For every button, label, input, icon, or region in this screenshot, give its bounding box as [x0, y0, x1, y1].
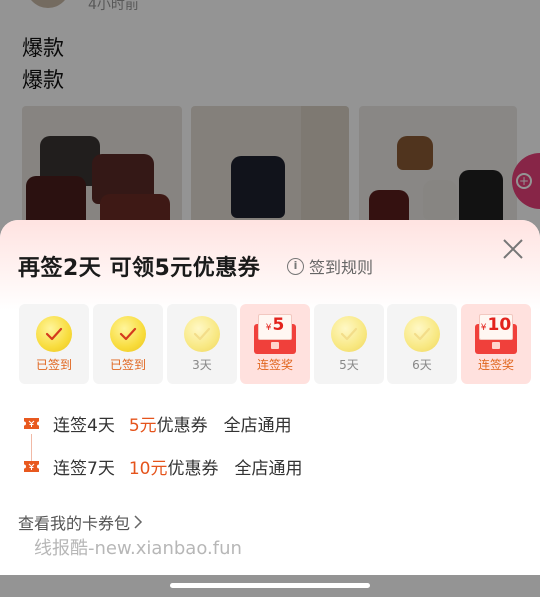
day-label: 已签到 [35, 358, 72, 372]
check-coin-icon [184, 316, 220, 352]
ticket-icon [24, 418, 39, 429]
red-envelope-icon: ¥5 [254, 314, 296, 354]
reward-scope: 全店通用 [234, 459, 303, 479]
day-card-6[interactable]: 6天 [387, 304, 457, 384]
close-icon[interactable] [500, 236, 526, 262]
reward-row: 连签7天 10元 优惠券 全店通用 [24, 454, 302, 479]
day-label: 5天 [339, 358, 359, 372]
checkin-sheet: 再签2天 可领5元优惠券 i 签到规则 已签到 已签到 3天 ¥5 连签奖 5天… [0, 220, 540, 575]
day-card-7[interactable]: ¥10 连签奖 [461, 304, 531, 384]
reward-streak: 连签7天 [53, 459, 115, 479]
wallet-link-label: 查看我的卡券包 [18, 514, 131, 533]
day-card-5[interactable]: 5天 [314, 304, 384, 384]
reward-type: 优惠券 [167, 459, 219, 479]
rules-link[interactable]: i 签到规则 [287, 254, 373, 278]
reward-row: 连签4天 5元 优惠券 全店通用 [24, 411, 292, 436]
day-card-4[interactable]: ¥5 连签奖 [240, 304, 310, 384]
sheet-title: 再签2天 可领5元优惠券 [18, 256, 261, 281]
home-indicator[interactable] [170, 583, 370, 588]
day-label: 3天 [192, 358, 212, 372]
info-icon: i [287, 257, 304, 275]
reward-scope: 全店通用 [223, 416, 292, 436]
wallet-link[interactable]: 查看我的卡券包 [18, 510, 143, 534]
day-card-3[interactable]: 3天 [167, 304, 237, 384]
reward-amount: 10元 [128, 459, 168, 479]
day-card-2[interactable]: 已签到 [93, 304, 163, 384]
red-envelope-icon: ¥10 [475, 314, 517, 354]
reward-streak: 连签4天 [53, 416, 115, 436]
check-coin-icon [331, 316, 367, 352]
day-label: 连签奖 [477, 358, 514, 372]
watermark: 线报酷-new.xianbao.fun [34, 538, 242, 559]
rules-label: 签到规则 [309, 258, 374, 277]
reward-amount: 5元 [128, 416, 157, 436]
chevron-right-icon [134, 515, 143, 529]
checkin-days: 已签到 已签到 3天 ¥5 连签奖 5天 6天 ¥10 连签奖 [19, 304, 531, 384]
ticket-icon [24, 461, 39, 472]
check-coin-icon [404, 316, 440, 352]
check-coin-icon [36, 316, 72, 352]
reward-type: 优惠券 [156, 416, 208, 436]
day-label: 连签奖 [256, 358, 293, 372]
day-card-1[interactable]: 已签到 [19, 304, 89, 384]
check-coin-icon [110, 316, 146, 352]
day-label: 6天 [412, 358, 432, 372]
day-label: 已签到 [109, 358, 146, 372]
